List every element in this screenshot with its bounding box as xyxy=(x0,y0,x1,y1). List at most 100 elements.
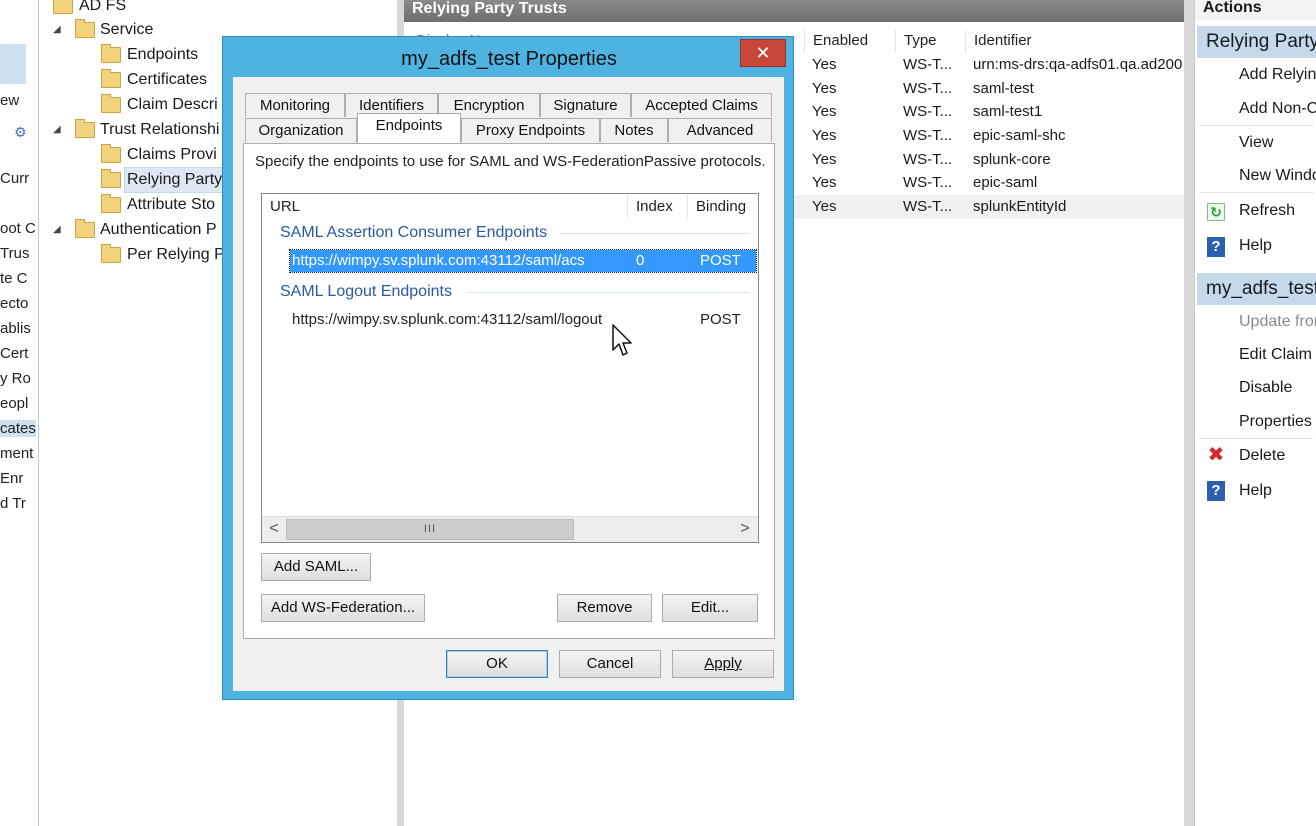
action-properties[interactable]: Properties xyxy=(1239,410,1312,434)
left-strip-text-2[interactable]: oot C xyxy=(0,220,36,237)
left-strip-text-0[interactable]: ew xyxy=(0,92,19,109)
properties-dialog: my_adfs_test Properties ✕ Monitoring Ide… xyxy=(222,36,794,700)
cell-enabled: Yes xyxy=(812,56,837,73)
folder-icon xyxy=(101,244,121,263)
tree-label: Endpoints xyxy=(127,46,199,63)
action-new-window[interactable]: New Window from Here xyxy=(1239,164,1316,188)
action-update-from-metadata[interactable]: Update from Federation Metadata... xyxy=(1239,310,1316,334)
folder-icon xyxy=(75,119,95,138)
column-header-url[interactable]: URL xyxy=(262,194,628,219)
cell-enabled: Yes xyxy=(812,174,837,191)
left-strip-text-5[interactable]: ecto xyxy=(0,295,28,312)
column-header-type[interactable]: Type xyxy=(895,30,965,52)
cell-type: WS-T... xyxy=(903,198,953,215)
ok-button[interactable]: OK xyxy=(446,650,548,678)
close-button[interactable]: ✕ xyxy=(740,39,786,67)
left-strip-text-11[interactable]: ment xyxy=(0,445,33,462)
action-help[interactable]: Help xyxy=(1239,234,1272,258)
tab-accepted-claims[interactable]: Accepted Claims xyxy=(631,93,772,117)
pane-splitter[interactable] xyxy=(1184,0,1194,826)
tree-node-adfs[interactable]: AD FS xyxy=(45,0,245,18)
cell-enabled: Yes xyxy=(812,80,837,97)
column-header-binding[interactable]: Binding xyxy=(688,194,758,219)
center-pane-header: Relying Party Trusts xyxy=(404,0,1184,22)
tab-endpoints[interactable]: Endpoints xyxy=(357,113,461,143)
cell-enabled: Yes xyxy=(812,127,837,144)
cell-type: WS-T... xyxy=(903,127,953,144)
horizontal-scrollbar[interactable]: < III > xyxy=(262,516,758,542)
left-strip-text-4[interactable]: te C xyxy=(0,270,28,287)
scrollbar-thumb[interactable]: III xyxy=(286,519,574,540)
cell-identifier: epic-saml xyxy=(973,174,1038,191)
left-strip-text-3[interactable]: Trus xyxy=(0,245,29,262)
actions-section-my-adfs-test[interactable]: my_adfs_test xyxy=(1197,273,1316,305)
separator xyxy=(1199,125,1313,126)
left-strip-text-8[interactable]: y Ro xyxy=(0,370,31,387)
tab-notes[interactable]: Notes xyxy=(600,118,668,142)
scroll-left-icon[interactable]: < xyxy=(262,517,286,542)
folder-icon xyxy=(53,0,73,14)
left-strip-text-7[interactable]: Cert xyxy=(0,345,28,362)
mouse-pointer-icon xyxy=(612,324,632,356)
tree-label: Per Relying P xyxy=(127,246,225,263)
delete-icon: ✖ xyxy=(1207,444,1225,466)
cell-type: WS-T... xyxy=(903,80,953,97)
expanded-caret-icon[interactable]: ◢ xyxy=(53,118,65,142)
tab-organization[interactable]: Organization xyxy=(245,118,357,142)
expanded-caret-icon[interactable]: ◢ xyxy=(53,218,65,242)
scrollbar-grip-icon: III xyxy=(423,523,437,535)
action-add-relying-party-trust[interactable]: Add Relying Party Trust... xyxy=(1239,63,1316,87)
list-item-acs-endpoint[interactable]: https://wimpy.sv.splunk.com:43112/saml/a… xyxy=(289,249,757,273)
folder-icon xyxy=(101,69,121,88)
tab-proxy-endpoints[interactable]: Proxy Endpoints xyxy=(461,118,600,142)
group-header-logout[interactable]: SAML Logout Endpoints xyxy=(280,281,452,303)
folder-icon xyxy=(75,219,95,238)
endpoints-list[interactable]: URL Index Binding SAML Assertion Consume… xyxy=(261,193,759,543)
tree-label: Attribute Sto xyxy=(127,196,216,213)
add-saml-button[interactable]: Add SAML... xyxy=(261,553,371,581)
tree-label: Service xyxy=(100,21,154,38)
actions-section-relying-party-trusts[interactable]: Relying Party Trusts xyxy=(1197,26,1316,58)
tab-monitoring[interactable]: Monitoring xyxy=(245,93,345,117)
expanded-caret-icon[interactable]: ◢ xyxy=(53,18,65,42)
tab-signature[interactable]: Signature xyxy=(540,93,631,117)
action-view[interactable]: View xyxy=(1239,131,1273,155)
cell-identifier: epic-saml-shc xyxy=(973,127,1066,144)
folder-icon xyxy=(75,19,95,38)
left-strip-text-13[interactable]: d Tr xyxy=(0,495,26,512)
tree-label: Relying Party xyxy=(123,167,226,193)
tab-advanced[interactable]: Advanced xyxy=(668,118,772,142)
tree-label: Authentication P xyxy=(100,221,217,238)
column-header-identifier[interactable]: Identifier xyxy=(965,30,1184,52)
folder-icon xyxy=(101,44,121,63)
group-header-assertion-consumer[interactable]: SAML Assertion Consumer Endpoints xyxy=(280,222,547,244)
action-help[interactable]: Help xyxy=(1239,479,1272,503)
cell-type: WS-T... xyxy=(903,56,953,73)
column-header-index[interactable]: Index xyxy=(628,194,688,219)
left-strip-text-9[interactable]: eopl xyxy=(0,395,28,412)
left-strip-text-10[interactable]: cates xyxy=(0,420,36,437)
action-delete[interactable]: Delete xyxy=(1239,444,1285,468)
cancel-button[interactable]: Cancel xyxy=(559,650,661,678)
left-strip-text-6[interactable]: ablis xyxy=(0,320,31,337)
action-add-non-claims-aware[interactable]: Add Non-Claims-Aware Relying Party Trust… xyxy=(1239,97,1316,121)
column-header-enabled[interactable]: Enabled xyxy=(804,30,896,52)
action-edit-claim-rules[interactable]: Edit Claim Rules... xyxy=(1239,343,1316,367)
refresh-icon: ↻ xyxy=(1207,203,1225,221)
cell-identifier: urn:ms-drs:qa-adfs01.qa.ad2008 xyxy=(973,56,1183,73)
left-strip-text-1[interactable]: Curr xyxy=(0,170,29,187)
cell-enabled: Yes xyxy=(812,151,837,168)
left-strip-text-12[interactable]: Enr xyxy=(0,470,23,487)
cell-enabled: Yes xyxy=(812,103,837,120)
scroll-right-icon[interactable]: > xyxy=(733,517,757,542)
endpoint-binding: POST xyxy=(700,311,741,328)
action-disable[interactable]: Disable xyxy=(1239,376,1292,400)
cell-type: WS-T... xyxy=(903,151,953,168)
edit-button[interactable]: Edit... xyxy=(662,594,758,622)
add-ws-federation-button[interactable]: Add WS-Federation... xyxy=(261,594,425,622)
toolbar-icon[interactable]: ⚙ xyxy=(14,124,28,140)
action-refresh[interactable]: Refresh xyxy=(1239,199,1295,223)
apply-button[interactable]: Apply xyxy=(672,650,774,678)
list-item-logout-endpoint[interactable]: https://wimpy.sv.splunk.com:43112/saml/l… xyxy=(290,309,756,331)
remove-button[interactable]: Remove xyxy=(557,594,652,622)
